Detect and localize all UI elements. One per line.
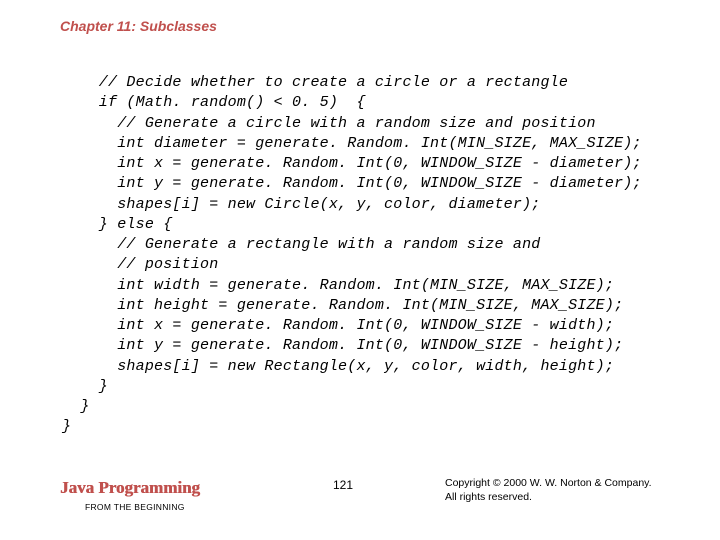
code-block: // Decide whether to create a circle or …: [62, 73, 642, 438]
footer: Java Programming FROM THE BEGINNING 121 …: [0, 468, 720, 518]
book-subtitle: FROM THE BEGINNING: [85, 502, 185, 512]
book-title: Java Programming: [60, 478, 200, 498]
page-number: 121: [333, 478, 353, 492]
copyright-text: Copyright © 2000 W. W. Norton & Company.…: [445, 476, 652, 504]
chapter-header: Chapter 11: Subclasses: [60, 18, 217, 34]
copyright-line1: Copyright © 2000 W. W. Norton & Company.: [445, 477, 652, 489]
copyright-line2: All rights reserved.: [445, 491, 532, 503]
